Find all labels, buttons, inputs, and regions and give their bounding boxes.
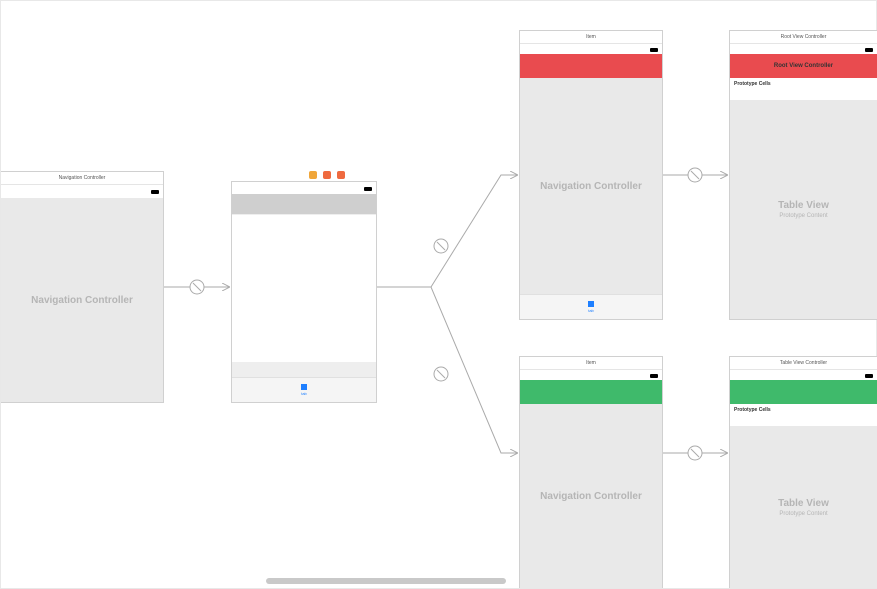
table-view-sublabel: Prototype Content <box>779 213 827 219</box>
scene-nav-controller-green[interactable]: Item Navigation Controller <box>519 356 663 588</box>
tab-item-icon[interactable] <box>301 384 307 390</box>
scene-root-vc-red[interactable]: Root View Controller Root View Controlle… <box>729 30 877 320</box>
scene-icon-exit <box>337 171 345 179</box>
status-battery-icon <box>151 190 159 194</box>
status-battery-icon <box>865 48 873 52</box>
scene-title-text: Item <box>586 34 596 40</box>
navbar-red: Root View Controller <box>730 54 877 78</box>
scene-title-text: Table View Controller <box>780 360 827 366</box>
tab-item-label: tab <box>301 391 307 396</box>
scene-title-text: Item <box>586 360 596 366</box>
scene-title: Table View Controller <box>730 357 877 370</box>
prototype-cell[interactable]: Prototype Cells <box>730 404 877 427</box>
navbar-title: Root View Controller <box>774 63 833 69</box>
navbar-placeholder <box>232 194 376 214</box>
scene-icon-amber <box>309 171 317 179</box>
navbar-red <box>520 54 662 78</box>
status-battery-icon <box>865 374 873 378</box>
scene-nav-controller-red[interactable]: Item Navigation Controller tab <box>519 30 663 320</box>
scene-title: Navigation Controller <box>1 172 163 185</box>
scene-tabbar-controller[interactable]: tab <box>231 181 377 403</box>
status-battery-icon <box>364 187 372 191</box>
horizontal-scrollbar[interactable] <box>266 578 506 584</box>
storyboard-canvas[interactable]: Navigation Controller Navigation Control… <box>0 0 877 589</box>
scene-toolbar <box>309 171 345 179</box>
status-battery-icon <box>650 48 658 52</box>
navbar-green <box>730 380 877 404</box>
nav-body-label: Navigation Controller <box>540 181 642 192</box>
scene-title: Item <box>520 357 662 370</box>
tab-item-icon[interactable] <box>588 301 594 307</box>
scene-nav-controller-1[interactable]: Navigation Controller Navigation Control… <box>1 171 164 403</box>
scene-title: Root View Controller <box>730 31 877 44</box>
tab-item-label: tab <box>588 308 594 313</box>
prototype-cells-label: Prototype Cells <box>734 81 771 87</box>
scene-icon-tint <box>323 171 331 179</box>
content-area <box>232 214 376 378</box>
tab-bar[interactable]: tab <box>520 294 662 319</box>
scene-title-text: Root View Controller <box>781 34 827 40</box>
scene-title-text: Navigation Controller <box>59 175 106 181</box>
scene-table-vc-green[interactable]: Table View Controller Prototype Cells Ta… <box>729 356 877 588</box>
nav-body-label: Navigation Controller <box>31 295 133 306</box>
prototype-cells-label: Prototype Cells <box>734 407 771 413</box>
navbar-green <box>520 380 662 404</box>
nav-body-label: Navigation Controller <box>540 491 642 502</box>
tab-bar[interactable]: tab <box>232 377 376 402</box>
prototype-cell[interactable]: Prototype Cells <box>730 78 877 101</box>
status-battery-icon <box>650 374 658 378</box>
toolbar-placeholder <box>232 362 376 378</box>
scene-title: Item <box>520 31 662 44</box>
table-view-label: Table View <box>778 498 829 509</box>
table-view-sublabel: Prototype Content <box>779 511 827 517</box>
table-view-label: Table View <box>778 200 829 211</box>
